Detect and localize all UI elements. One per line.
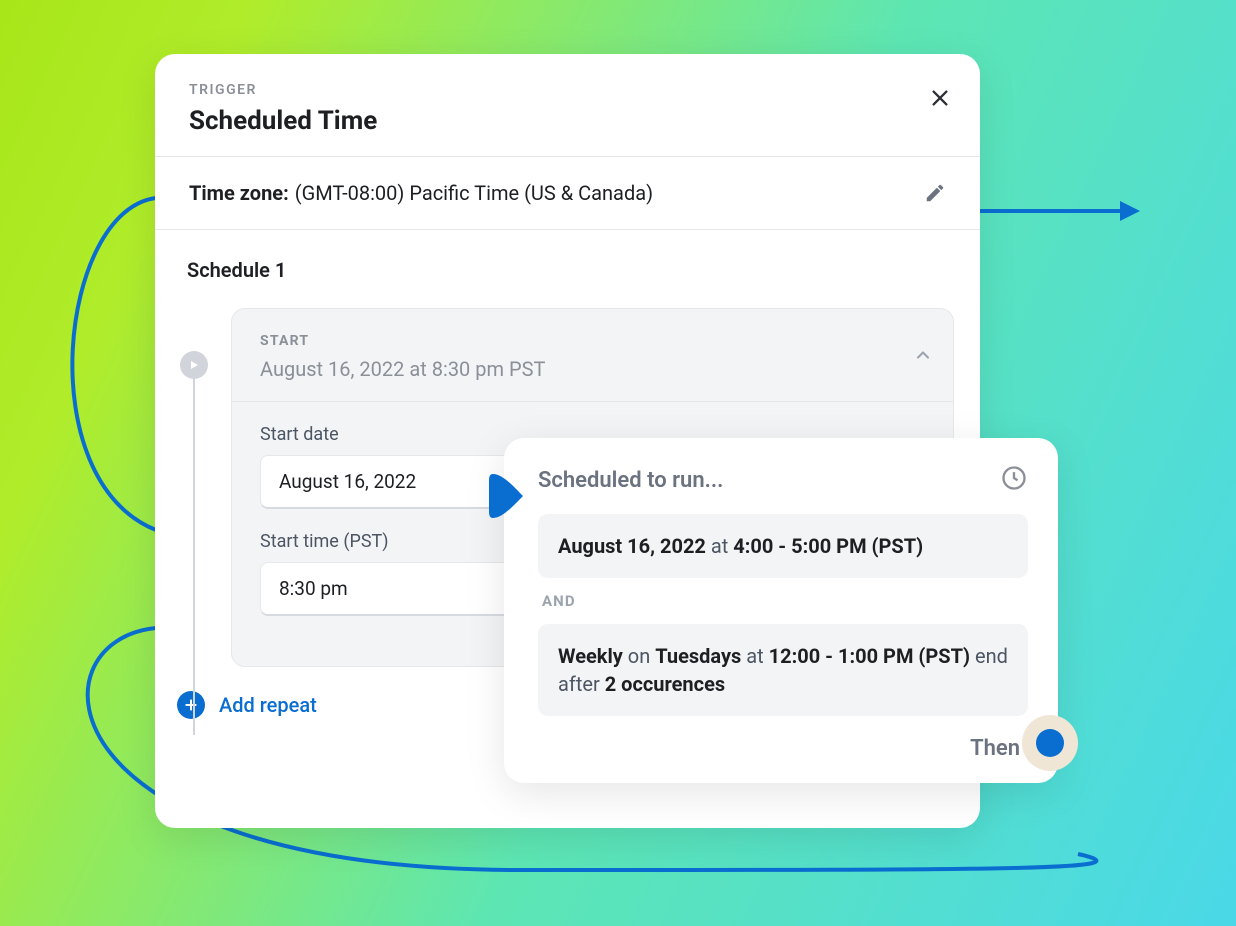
rule2-day: Tuesdays	[655, 644, 741, 668]
eyebrow-label: TRIGGER	[189, 82, 946, 98]
clock-icon	[1000, 464, 1028, 496]
timezone-row: Time zone: (GMT-08:00) Pacific Time (US …	[155, 157, 980, 230]
add-repeat-label: Add repeat	[219, 693, 317, 717]
connector-dot-icon	[1036, 729, 1064, 757]
chevron-up-icon	[913, 345, 933, 365]
start-summary: August 16, 2022 at 8:30 pm PST	[260, 357, 925, 381]
rule2-on: on	[623, 644, 655, 668]
timezone-label: Time zone:	[189, 181, 289, 205]
play-icon	[188, 359, 200, 371]
schedule-title: Schedule 1	[187, 258, 954, 282]
rule2-at: at	[741, 644, 768, 668]
popover-pointer-icon	[489, 474, 525, 518]
popover-header: Scheduled to run...	[538, 464, 1028, 496]
schedule-rule-2: Weekly on Tuesdays at 12:00 - 1:00 PM (P…	[538, 624, 1028, 716]
close-button[interactable]	[924, 82, 956, 114]
rule1-date: August 16, 2022	[558, 534, 706, 558]
close-icon	[929, 87, 951, 109]
timeline-start-dot	[180, 351, 208, 379]
collapse-button[interactable]	[913, 345, 933, 369]
edit-timezone-button[interactable]	[924, 182, 946, 204]
popover-title: Scheduled to run...	[538, 468, 723, 493]
timeline-line	[193, 375, 195, 735]
timezone-value: (GMT-08:00) Pacific Time (US & Canada)	[295, 181, 653, 205]
scheduled-run-popover: Scheduled to run... August 16, 2022 at 4…	[504, 438, 1058, 783]
rule2-count: 2 occurences	[605, 672, 725, 696]
card-header: TRIGGER Scheduled Time	[155, 54, 980, 157]
rule2-time: 12:00 - 1:00 PM (PST)	[769, 644, 970, 668]
plus-icon	[183, 697, 199, 713]
card-title: Scheduled Time	[189, 106, 946, 136]
rule1-time: 4:00 - 5:00 PM (PST)	[733, 534, 923, 558]
pencil-icon	[924, 182, 946, 204]
then-label: Then	[538, 736, 1028, 761]
rule2-freq: Weekly	[558, 644, 623, 668]
start-header[interactable]: START August 16, 2022 at 8:30 pm PST	[232, 309, 953, 402]
connector-node[interactable]	[1022, 715, 1078, 771]
start-label: START	[260, 333, 925, 349]
rule1-at: at	[706, 534, 733, 558]
plus-circle-icon	[177, 691, 205, 719]
and-separator: AND	[542, 592, 1028, 610]
schedule-rule-1: August 16, 2022 at 4:00 - 5:00 PM (PST)	[538, 514, 1028, 578]
